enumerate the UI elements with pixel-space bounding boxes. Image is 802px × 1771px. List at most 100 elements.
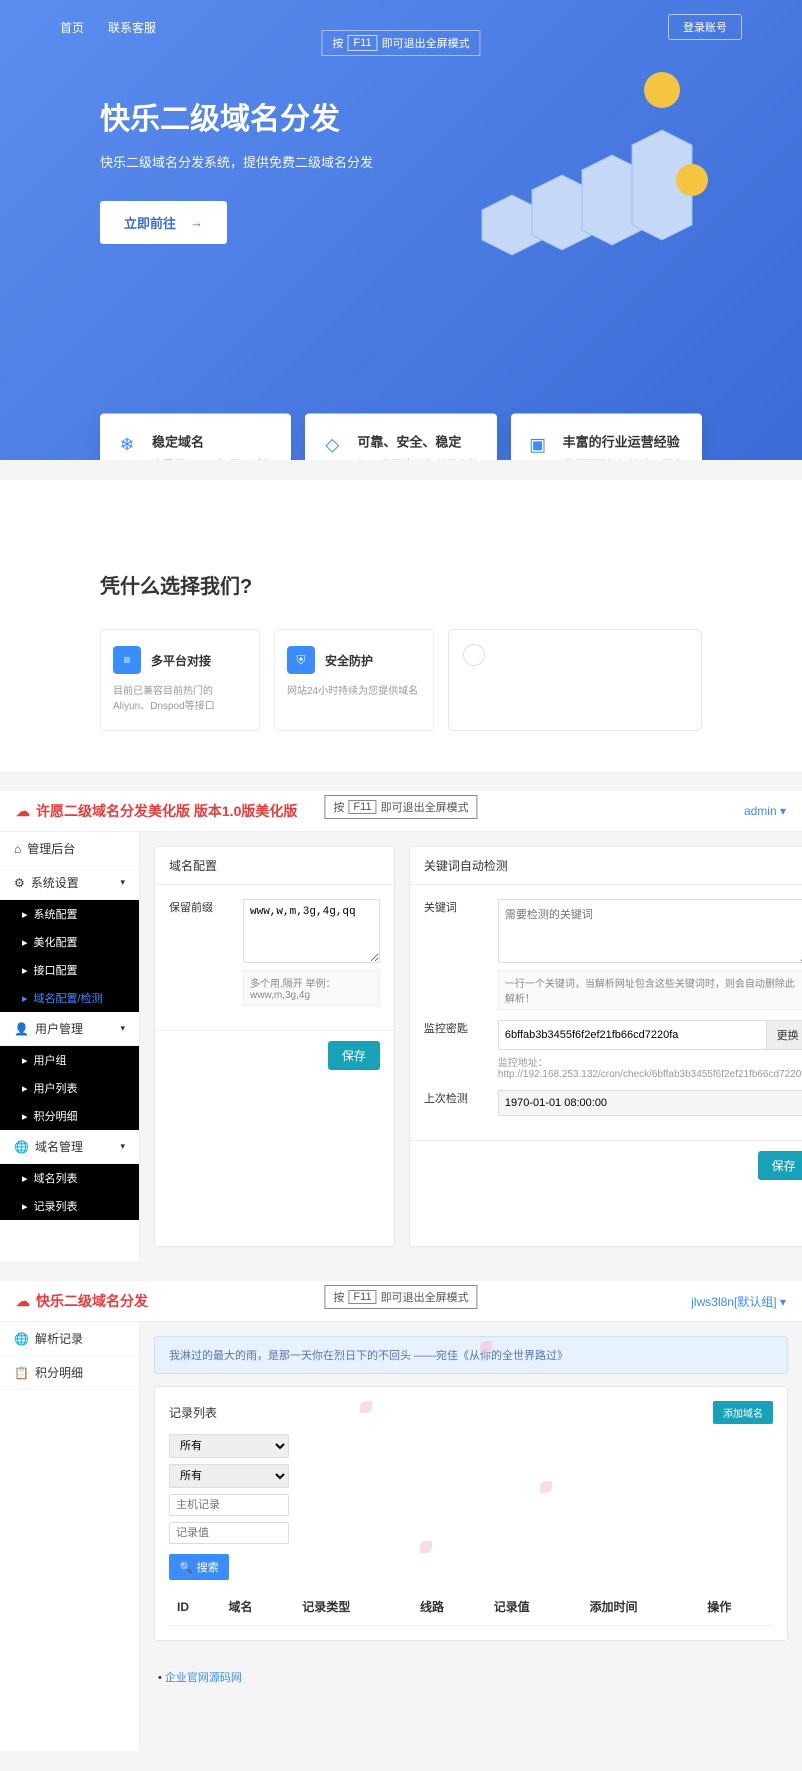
globe-icon: 🌐 bbox=[14, 1140, 29, 1154]
admin-section-2: ☁ 快乐二级域名分发 按 F11 即可退出全屏模式 jlws3l8n[默认组] … bbox=[0, 1281, 802, 1751]
brand-text: 快乐二级域名分发 bbox=[36, 1291, 148, 1311]
card-desc: 大量腾讯云、阿里云域名给用户更好的体验 bbox=[152, 457, 277, 461]
col-time: 添加时间 bbox=[581, 1588, 699, 1626]
why-card: ⛨ 安全防护 网站24小时持续为您提供域名 bbox=[274, 629, 434, 731]
list-title: 记录列表 bbox=[169, 1404, 217, 1421]
save-button[interactable]: 保存 bbox=[328, 1041, 380, 1070]
quote-banner: 我淋过的最大的雨，是那一天你在烈日下的不回头 ——宛佳《从你的全世界路过》 bbox=[154, 1336, 788, 1374]
sidebar-item-sysconfig[interactable]: ▸ 系统配置 bbox=[0, 900, 139, 928]
sidebar-item-recordlist[interactable]: ▸ 记录列表 bbox=[0, 1192, 139, 1220]
shield-icon: ⛨ bbox=[287, 646, 315, 674]
col-type: 记录类型 bbox=[294, 1588, 412, 1626]
admin-brand: ☁ 快乐二级域名分发 bbox=[16, 1291, 148, 1311]
f11-key: F11 bbox=[348, 1290, 376, 1304]
globe-icon: 🌐 bbox=[14, 1332, 29, 1346]
fullscreen-tip-prefix: 按 bbox=[332, 35, 343, 51]
user-menu[interactable]: admin ▾ bbox=[744, 804, 786, 818]
search-icon: 🔍 bbox=[179, 1561, 193, 1574]
card-title: 丰富的行业运营经验 bbox=[563, 432, 688, 451]
hero-section: 首页 联系客服 登录账号 按 F11 即可退出全屏模式 快乐二级域名分发 快乐二… bbox=[0, 0, 802, 460]
arrow-right-icon: → bbox=[190, 215, 203, 230]
panel-title: 域名配置 bbox=[155, 847, 394, 885]
why-card-desc: 目前已兼容目前热门的Aliyun、Dnspod等接口 bbox=[113, 684, 247, 714]
user-label: jlws3l8n[默认组] bbox=[691, 1295, 776, 1309]
cloud-icon: ☁ bbox=[16, 1293, 30, 1310]
host-input[interactable] bbox=[169, 1494, 289, 1516]
panel-title: 关键词自动检测 bbox=[410, 847, 802, 885]
label-keyword: 关键词 bbox=[424, 899, 484, 915]
why-card-desc: 网站24小时持续为您提供域名 bbox=[287, 684, 421, 699]
sidebar-item-points[interactable]: 📋 积分明细 bbox=[0, 1356, 139, 1390]
panel-keyword-check: 关键词自动检测 关键词 一行一个关键词，当解析网址包含这些关键词时，则会自动删除… bbox=[409, 846, 802, 1247]
why-card-title: 安全防护 bbox=[325, 652, 373, 669]
change-secret-button[interactable]: 更换 bbox=[767, 1020, 802, 1050]
label-prefix: 保留前缀 bbox=[169, 899, 229, 915]
login-button[interactable]: 登录账号 bbox=[668, 14, 742, 40]
clipboard-icon: 📋 bbox=[14, 1366, 29, 1380]
admin-section-1: ☁ 许愿二级域名分发美化版 版本1.0版美化版 按 F11 即可退出全屏模式 a… bbox=[0, 791, 802, 1261]
search-button[interactable]: 🔍 搜索 bbox=[169, 1554, 229, 1580]
fullscreen-tip: 按 F11 即可退出全屏模式 bbox=[324, 795, 477, 819]
nav-contact[interactable]: 联系客服 bbox=[108, 19, 156, 36]
user-label: admin bbox=[744, 804, 777, 818]
filter-select-2[interactable]: 所有 bbox=[169, 1464, 289, 1488]
sidebar-item-points[interactable]: ▸ 积分明细 bbox=[0, 1102, 139, 1130]
sidebar-item-records[interactable]: 🌐 解析记录 bbox=[0, 1322, 139, 1356]
keyword-textarea[interactable] bbox=[498, 899, 802, 963]
sidebar-item-dashboard[interactable]: ⌂ 管理后台 bbox=[0, 832, 139, 866]
sidebar: ⌂ 管理后台 ⚙ 系统设置 ▾ ▸ 系统配置 ▸ 美化配置 ▸ 接口配置 ▸ 域… bbox=[0, 832, 140, 1261]
chevron-down-icon: ▾ bbox=[120, 1141, 125, 1152]
card-desc: 我们更懂如何解决不同客户的需求 bbox=[563, 457, 688, 461]
dashboard-icon: ⌂ bbox=[14, 842, 21, 856]
record-list-panel: 记录列表 添加域名 所有 所有 🔍 搜索 ID 域名 bbox=[154, 1386, 788, 1641]
sidebar-item-usergroup[interactable]: ▸ 用户组 bbox=[0, 1046, 139, 1074]
chevron-down-icon: ▾ bbox=[780, 804, 786, 818]
secret-input[interactable] bbox=[498, 1020, 767, 1050]
snowflake-icon: ❄ bbox=[114, 432, 140, 458]
why-section: 凭什么选择我们? ≡ 多平台对接 目前已兼容目前热门的Aliyun、Dnspod… bbox=[0, 480, 802, 771]
card-title: 稳定域名 bbox=[152, 432, 277, 451]
sidebar-item-system[interactable]: ⚙ 系统设置 ▾ bbox=[0, 866, 139, 900]
fullscreen-tip: 按 F11 即可退出全屏模式 bbox=[321, 30, 480, 56]
panel-domain-config: 域名配置 保留前缀 www,w,m,3g,4g,qq 多个用,隔开 举例：www… bbox=[154, 846, 395, 1247]
user-icon: 👤 bbox=[14, 1022, 29, 1036]
records-table: ID 域名 记录类型 线路 记录值 添加时间 操作 bbox=[169, 1588, 773, 1626]
label-lastcheck: 上次检测 bbox=[424, 1090, 484, 1106]
why-card-title: 多平台对接 bbox=[151, 652, 211, 669]
sidebar-sub-system: ▸ 系统配置 ▸ 美化配置 ▸ 接口配置 ▸ 域名配置/检测 bbox=[0, 900, 139, 1012]
avatar-icon bbox=[463, 644, 485, 666]
filters: 所有 所有 bbox=[169, 1434, 289, 1544]
sidebar-item-beautify[interactable]: ▸ 美化配置 bbox=[0, 928, 139, 956]
layers-icon: ≡ bbox=[113, 646, 141, 674]
diamond-icon: ◇ bbox=[319, 432, 345, 458]
prefix-hint: 多个用,隔开 举例：www,m,3g,4g bbox=[243, 970, 380, 1006]
sidebar-item-domain-config[interactable]: ▸ 域名配置/检测 bbox=[0, 984, 139, 1012]
label-secret: 监控密匙 bbox=[424, 1020, 484, 1036]
sidebar-sub-domain: ▸ 域名列表 ▸ 记录列表 bbox=[0, 1164, 139, 1220]
feature-cards: ❄ 稳定域名 大量腾讯云、阿里云域名给用户更好的体验 ◇ 可靠、安全、稳定 加入… bbox=[100, 414, 702, 461]
filter-select-1[interactable]: 所有 bbox=[169, 1434, 289, 1458]
chevron-down-icon: ▾ bbox=[120, 877, 125, 888]
hero-illustration bbox=[442, 60, 722, 260]
admin-header: ☁ 快乐二级域名分发 按 F11 即可退出全屏模式 jlws3l8n[默认组] … bbox=[0, 1281, 802, 1322]
sidebar-item-api[interactable]: ▸ 接口配置 bbox=[0, 956, 139, 984]
add-domain-button[interactable]: 添加域名 bbox=[713, 1401, 773, 1424]
admin-content: 域名配置 保留前缀 www,w,m,3g,4g,qq 多个用,隔开 举例：www… bbox=[140, 832, 802, 1261]
keyword-hint: 一行一个关键词，当解析网址包含这些关键词时，则会自动删除此解析！ bbox=[498, 970, 802, 1010]
f11-key: F11 bbox=[348, 800, 376, 814]
user-menu[interactable]: jlws3l8n[默认组] ▾ bbox=[691, 1293, 786, 1310]
footer-link-anchor[interactable]: 企业官网源码网 bbox=[165, 1672, 242, 1684]
feature-card: ❄ 稳定域名 大量腾讯云、阿里云域名给用户更好的体验 bbox=[100, 414, 291, 461]
nav-home[interactable]: 首页 bbox=[60, 19, 84, 36]
sidebar-item-user[interactable]: 👤 用户管理 ▾ bbox=[0, 1012, 139, 1046]
chevron-down-icon: ▾ bbox=[780, 1295, 786, 1309]
admin-brand: ☁ 许愿二级域名分发美化版 版本1.0版美化版 bbox=[16, 801, 297, 821]
sidebar-item-domain[interactable]: 🌐 域名管理 ▾ bbox=[0, 1130, 139, 1164]
cta-button[interactable]: 立即前往 → bbox=[100, 201, 227, 244]
sidebar-item-domainlist[interactable]: ▸ 域名列表 bbox=[0, 1164, 139, 1192]
col-id: ID bbox=[169, 1588, 221, 1626]
save-button[interactable]: 保存 bbox=[758, 1151, 802, 1180]
prefix-textarea[interactable]: www,w,m,3g,4g,qq bbox=[243, 899, 380, 963]
value-input[interactable] bbox=[169, 1522, 289, 1544]
sidebar-item-userlist[interactable]: ▸ 用户列表 bbox=[0, 1074, 139, 1102]
